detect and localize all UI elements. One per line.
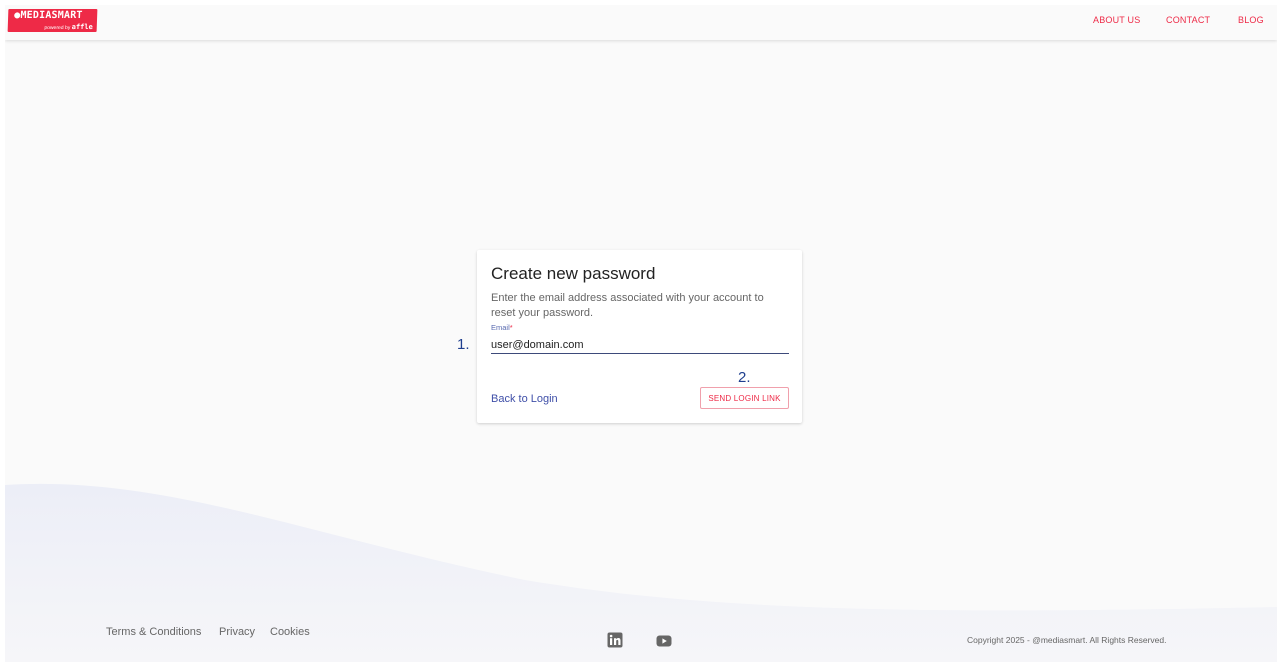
logo-brand: ●MEDIASMART (13, 10, 83, 21)
app-canvas: ●MEDIASMART powered by affle ABOUT US CO… (5, 5, 1277, 662)
card-title: Create new password (491, 264, 656, 283)
mediasmart-logo[interactable]: ●MEDIASMART powered by affle (7, 9, 98, 32)
page: ●MEDIASMART powered by affle ABOUT US CO… (0, 0, 1280, 662)
nav-blog[interactable]: BLOG (1238, 15, 1264, 25)
back-to-login-link[interactable]: Back to Login (491, 393, 558, 405)
nav-about-us[interactable]: ABOUT US (1093, 15, 1140, 25)
logo-tagline: powered by affle (44, 23, 93, 31)
step-marker-1: 1. (457, 336, 470, 353)
copyright-text: Copyright 2025 - @mediasmart. All Rights… (967, 635, 1167, 645)
linkedin-icon[interactable] (607, 632, 623, 648)
reset-password-card: Create new password Enter the email addr… (477, 250, 802, 423)
top-header: ●MEDIASMART powered by affle ABOUT US CO… (5, 5, 1277, 40)
footer-cookies-link[interactable]: Cookies (270, 626, 310, 638)
email-input[interactable] (491, 336, 789, 354)
send-login-link-button[interactable]: SEND LOGIN LINK (700, 387, 789, 409)
footer-terms-link[interactable]: Terms & Conditions (106, 626, 201, 638)
card-description: Enter the email address associated with … (491, 292, 764, 319)
email-field-label: Email* (491, 323, 513, 332)
step-marker-2: 2. (738, 369, 751, 386)
nav-contact[interactable]: CONTACT (1166, 15, 1210, 25)
youtube-icon[interactable] (656, 633, 672, 649)
footer-privacy-link[interactable]: Privacy (219, 626, 255, 638)
